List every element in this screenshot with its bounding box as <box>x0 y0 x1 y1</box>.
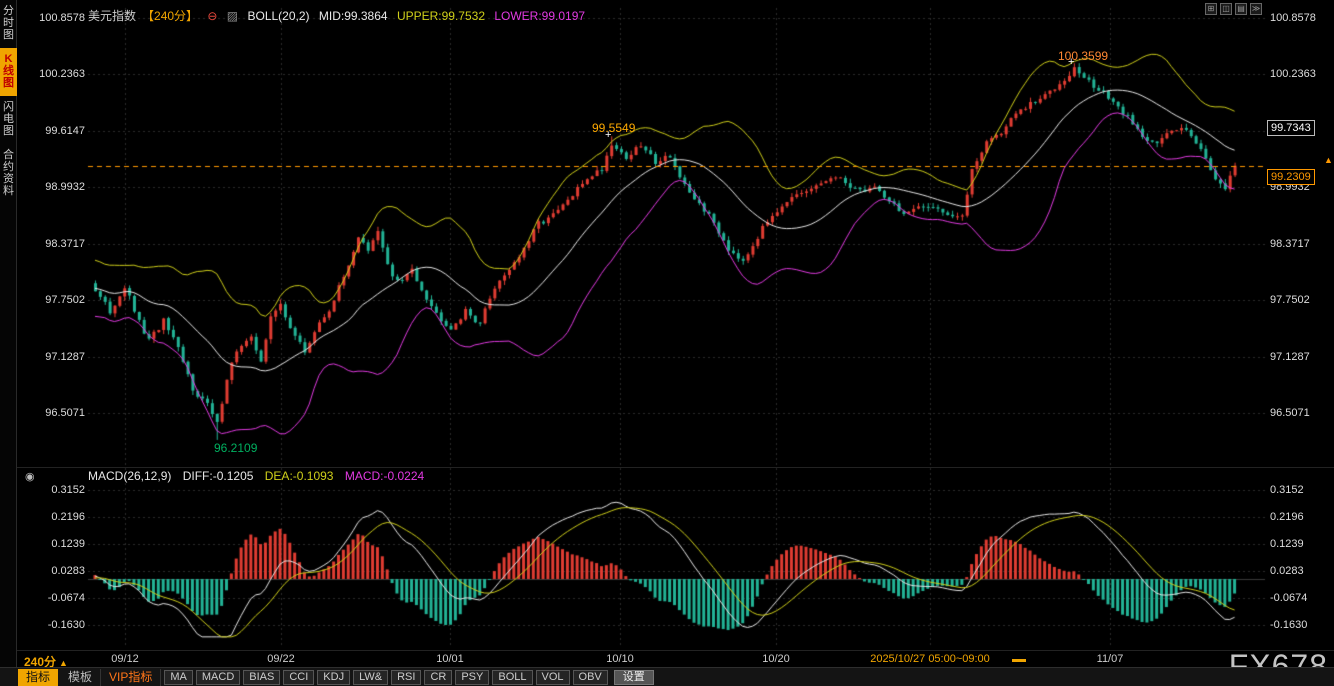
price-axis-label-left: 100.8578 <box>21 12 85 24</box>
macd-axis-label-left: 0.3152 <box>21 484 85 496</box>
sidebar-tab-kline-chart[interactable]: K线图 <box>0 48 17 96</box>
macd-axis-label-left: 0.1239 <box>21 538 85 550</box>
toolbar-tab-vip-indicators[interactable]: VIP指标 <box>101 669 161 686</box>
boll-indicator-name: BOLL(20,2) <box>247 9 309 23</box>
macd-axis-label-right: -0.1630 <box>1270 619 1307 631</box>
pin-icon[interactable]: ⊖ <box>207 9 217 23</box>
indicator-button-bias[interactable]: BIAS <box>243 670 280 685</box>
date-axis-label: 09/22 <box>267 653 295 665</box>
price-axis-label-left: 98.3717 <box>21 238 85 250</box>
pane-divider <box>17 467 1334 468</box>
price-axis-label-right: 98.3717 <box>1270 238 1310 250</box>
macd-bar-value: MACD:-0.0224 <box>345 469 424 483</box>
low-price-annotation: 96.2109 <box>214 441 257 455</box>
layout-split-icon[interactable]: ◫ <box>1220 3 1232 15</box>
indicator-button-boll[interactable]: BOLL <box>492 670 532 685</box>
indicator-button-vol[interactable]: VOL <box>536 670 570 685</box>
indicator-button-obv[interactable]: OBV <box>573 670 608 685</box>
macd-axis-label-left: -0.1630 <box>21 619 85 631</box>
window-controls: ⊞◫▤≫ <box>1205 3 1262 15</box>
peak-cross-marker-icon: + <box>605 129 611 141</box>
boll-upper-value: UPPER:99.7532 <box>397 9 485 23</box>
high-price-annotation: 100.3599 <box>1058 49 1108 63</box>
date-axis-label: 11/07 <box>1097 653 1124 665</box>
indicator-button-cci[interactable]: CCI <box>283 670 314 685</box>
indicator-button-rsi[interactable]: RSI <box>391 670 421 685</box>
date-axis-divider <box>17 650 1334 651</box>
price-axis-label-right: 97.7502 <box>1270 294 1310 306</box>
macd-axis-label-right: -0.0674 <box>1270 592 1307 604</box>
toolbar-tab-templates[interactable]: 模板 <box>60 669 101 686</box>
price-axis-label-right: 100.2363 <box>1270 68 1316 80</box>
layout-grid-icon[interactable]: ⊞ <box>1205 3 1217 15</box>
boll-lower-value: LOWER:99.0197 <box>494 9 585 23</box>
last-price-tag: 99.2309 <box>1267 169 1315 185</box>
collapse-right-icon[interactable]: ≫ <box>1250 3 1262 15</box>
price-axis-label-left: 97.1287 <box>21 351 85 363</box>
peak-price-annotation: 99.5549 <box>592 121 635 135</box>
sidebar-tab-contract-info[interactable]: 合约资料 <box>0 144 17 204</box>
macd-axis-label-right: 0.2196 <box>1270 511 1304 523</box>
date-axis-label: 10/10 <box>606 653 634 665</box>
macd-indicator-name: MACD(26,12,9) <box>88 469 171 483</box>
chart-header: 美元指数【240分】 ⊖ ▨ BOLL(20,2) MID:99.3864 UP… <box>88 7 591 24</box>
period-label: 【240分】 <box>142 9 198 23</box>
macd-axis-label-right: 0.0283 <box>1270 565 1304 577</box>
macd-axis-label-right: 0.1239 <box>1270 538 1304 550</box>
price-axis-label-left: 96.5071 <box>21 407 85 419</box>
boll-mid-value: MID:99.3864 <box>319 9 388 23</box>
date-axis-label: 10/20 <box>762 653 790 665</box>
macd-header: MACD(26,12,9) DIFF:-0.1205 DEA:-0.1093 M… <box>88 469 432 483</box>
macd-pane-settings-icon[interactable]: ◉ <box>25 470 35 483</box>
macd-diff-value: DIFF:-0.1205 <box>183 469 254 483</box>
indicator-button-cr[interactable]: CR <box>424 670 452 685</box>
instrument-name: 美元指数 <box>88 9 136 23</box>
toolbar-tab-indicators[interactable]: 指标 <box>18 669 58 686</box>
indicator-button-macd[interactable]: MACD <box>196 670 240 685</box>
price-axis-label-left: 97.7502 <box>21 294 85 306</box>
upper-band-price-tag: 99.7343 <box>1267 120 1315 136</box>
settings-button[interactable]: 设置 <box>614 670 654 685</box>
date-axis-label: 2025/10/27 05:00~09:00 <box>870 653 990 665</box>
sidebar-tab-lightning-chart[interactable]: 闪电图 <box>0 96 17 144</box>
price-axis-label-right: 96.5071 <box>1270 407 1310 419</box>
price-up-arrow-icon: ▲ <box>1324 155 1333 165</box>
bottom-toolbar: 指标模板VIP指标MAMACDBIASCCIKDJLW&RSICRPSYBOLL… <box>0 667 1334 686</box>
macd-axis-label-left: -0.0674 <box>21 592 85 604</box>
price-axis-label-left: 98.9932 <box>21 181 85 193</box>
date-axis-label: 10/01 <box>436 653 464 665</box>
price-axis-label-left: 100.2363 <box>21 68 85 80</box>
price-axis-label-right: 100.8578 <box>1270 12 1316 24</box>
macd-axis-label-left: 0.2196 <box>21 511 85 523</box>
price-axis-label-right: 97.1287 <box>1270 351 1310 363</box>
layout-list-icon[interactable]: ▤ <box>1235 3 1247 15</box>
fx678-kline-window: 分时图 K线图 闪电图 合约资料 美元指数【240分】 ⊖ ▨ BOLL(20,… <box>0 0 1334 686</box>
indicator-icon[interactable]: ▨ <box>227 9 238 23</box>
macd-axis-label-left: 0.0283 <box>21 565 85 577</box>
high-cross-marker-icon: + <box>1068 56 1074 68</box>
indicator-button-lw[interactable]: LW& <box>353 670 388 685</box>
price-axis-label-left: 99.6147 <box>21 125 85 137</box>
indicator-button-kdj[interactable]: KDJ <box>317 670 350 685</box>
sidebar-tab-time-chart[interactable]: 分时图 <box>0 0 17 48</box>
current-bar-range-marker <box>1012 659 1026 662</box>
kline-macd-chart-canvas[interactable] <box>0 0 1334 686</box>
indicator-button-psy[interactable]: PSY <box>455 670 489 685</box>
macd-axis-label-right: 0.3152 <box>1270 484 1304 496</box>
left-sidebar: 分时图 K线图 闪电图 合约资料 <box>0 0 17 686</box>
macd-dea-value: DEA:-0.1093 <box>265 469 334 483</box>
date-axis-label: 09/12 <box>111 653 139 665</box>
indicator-button-ma[interactable]: MA <box>164 670 193 685</box>
